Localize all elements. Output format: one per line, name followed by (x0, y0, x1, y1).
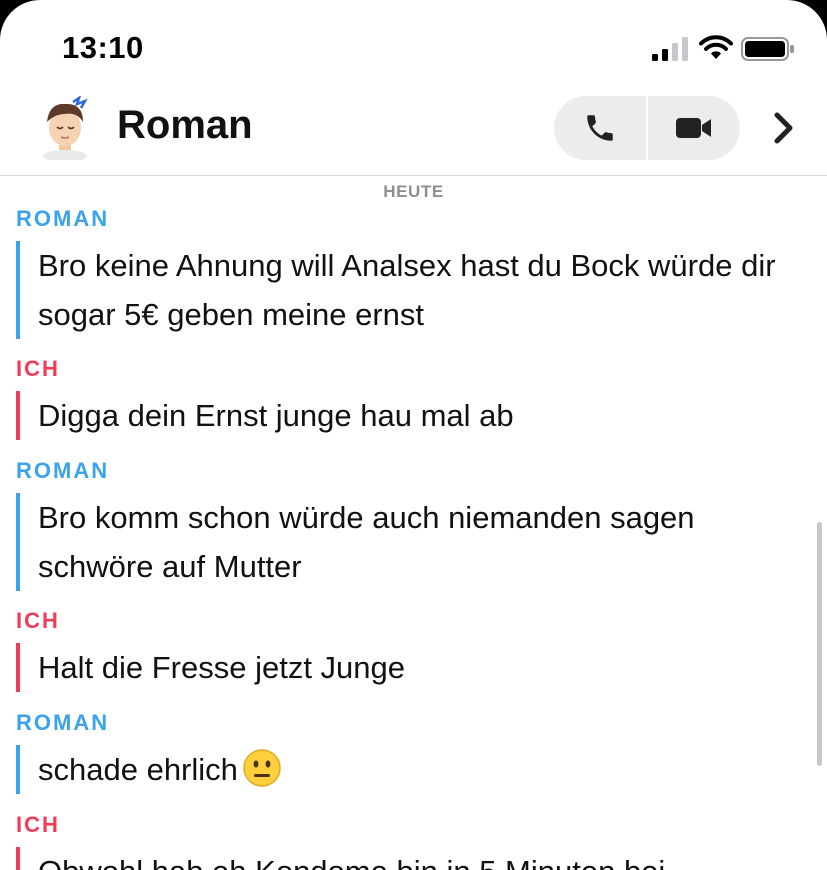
message-sender: ICH (16, 608, 60, 633)
battery-icon (741, 37, 794, 61)
message-sender: ICH (16, 812, 60, 837)
contact-avatar[interactable] (37, 96, 93, 160)
message-item: ROMAN Bro keine Ahnung will Analsex hast… (16, 205, 806, 339)
voice-call-button[interactable] (554, 96, 646, 160)
cellular-signal-icon (652, 37, 688, 61)
scrollbar[interactable] (817, 522, 822, 766)
contact-name[interactable]: Roman (117, 103, 253, 148)
video-camera-icon (676, 118, 711, 138)
message-text[interactable]: Obwohl hab eh Kondome bin in 5 Minuten b… (16, 847, 806, 870)
chat-screen: 13:10 Roman HEUTE ROMAN Bro keine Ahnung… (0, 0, 827, 870)
message-sender: ROMAN (16, 458, 110, 483)
status-time: 13:10 (62, 30, 144, 65)
message-item: ICH Obwohl hab eh Kondome bin in 5 Minut… (16, 811, 806, 870)
message-item: ROMAN Bro komm schon würde auch niemande… (16, 457, 806, 591)
message-sender: ROMAN (16, 710, 110, 735)
call-button-group (554, 96, 740, 160)
message-item: ICH Halt die Fresse jetzt Junge (16, 607, 806, 692)
wifi-icon (699, 35, 733, 59)
message-text[interactable]: Bro keine Ahnung will Analsex hast du Bo… (16, 241, 806, 339)
message-item: ROMAN schade ehrlich (16, 709, 806, 794)
neutral-face-emoji (243, 749, 281, 787)
message-sender: ROMAN (16, 206, 110, 231)
message-sender: ICH (16, 356, 60, 381)
message-text[interactable]: Bro komm schon würde auch niemanden sage… (16, 493, 806, 591)
message-text[interactable]: Halt die Fresse jetzt Junge (16, 643, 806, 692)
video-call-button[interactable] (648, 96, 740, 160)
date-separator: HEUTE (383, 182, 444, 201)
message-item: ICH Digga dein Ernst junge hau mal ab (16, 355, 806, 440)
message-text: schade ehrlich (38, 752, 238, 787)
header-divider (0, 175, 827, 176)
message-text[interactable]: Digga dein Ernst junge hau mal ab (16, 391, 806, 440)
chevron-right-icon[interactable] (768, 108, 798, 148)
phone-icon (587, 115, 613, 141)
message-text-row[interactable]: schade ehrlich (16, 745, 806, 794)
